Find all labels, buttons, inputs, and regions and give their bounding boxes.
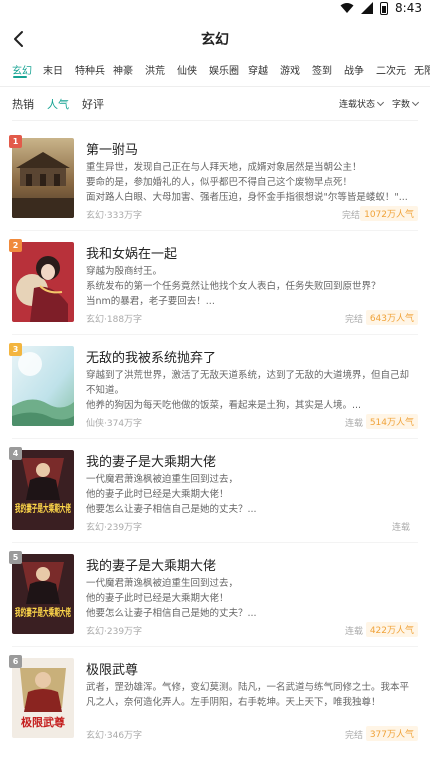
divider: [12, 646, 418, 647]
popularity-badge: 643万人气: [365, 310, 418, 325]
rank-badge: 6: [9, 655, 22, 668]
category-tab-youxi[interactable]: 游戏: [280, 62, 300, 77]
book-status: 连载: [345, 419, 364, 429]
popularity-badge: 422万人气: [365, 622, 418, 637]
category-tab-chuanyue[interactable]: 穿越: [248, 62, 268, 77]
book-meta: 玄幻·239万字: [86, 627, 143, 637]
book-meta: 玄幻·333万字: [86, 211, 143, 221]
category-tab-mori[interactable]: 末日: [43, 62, 63, 77]
sort-bar: 热销 人气 好评 连载状态 字数: [0, 96, 430, 114]
book-description: 武者，罡劲雄浑。气修，变幻莫测。陆凡，一名武道与练气同修之士。我本平凡之人，奈何…: [86, 682, 410, 708]
book-cover: [12, 138, 74, 218]
book-status: 完结: [345, 315, 364, 325]
book-title: 极限武尊: [86, 663, 139, 678]
book-title: 第一驸马: [86, 143, 139, 158]
category-tab-tezhongbing[interactable]: 特种兵: [75, 62, 105, 77]
divider: [0, 86, 430, 87]
sort-tab-hot[interactable]: 热销: [12, 96, 34, 112]
book-description: 穿越到了洪荒世界，激活了无敌天道系统，达到了无敌的大道境界，但自己却不知道。 他…: [86, 370, 410, 411]
rank-badge: 5: [9, 551, 22, 564]
battery-icon: [380, 1, 389, 15]
category-tab-qiandao[interactable]: 签到: [312, 62, 332, 77]
word-count-label: 字数: [392, 100, 411, 110]
book-description: 重生异世，发现自己正在与人拜天地，成婿对象居然是当朝公主！ 要命的是，参加婚礼的…: [86, 162, 408, 203]
category-tab-xuanhuan[interactable]: 玄幻: [12, 62, 32, 77]
cover-title: 极限武尊: [21, 715, 65, 729]
book-status: 完结: [345, 731, 364, 741]
sort-tab-popular[interactable]: 人气: [47, 96, 69, 112]
category-tab-honghuang[interactable]: 洪荒: [145, 62, 165, 77]
book-meta: 玄幻·239万字: [86, 523, 143, 533]
book-title: 我的妻子是大乘期大佬: [86, 455, 217, 470]
book-title: 我的妻子是大乘期大佬: [86, 559, 217, 574]
book-item[interactable]: 5 我的妻子是大乘期大佬 我的妻子是大乘期大佬 一代魔君萧逸枫被迫重生回到过去，…: [0, 551, 430, 654]
book-title: 我和女娲在一起: [86, 247, 178, 262]
category-tab-wuxian[interactable]: 无限: [414, 62, 430, 77]
word-count-dropdown[interactable]: 字数: [392, 97, 420, 110]
page-title: 玄幻: [201, 32, 229, 48]
divider: [12, 542, 418, 543]
book-meta: 仙侠·374万字: [86, 419, 143, 429]
book-meta: 玄幻·188万字: [86, 315, 143, 325]
book-cover: 我的妻子是大乘期大佬: [12, 450, 74, 530]
book-item[interactable]: 6 极限武尊 极限武尊 武者，罡劲雄浑。气修，变幻莫测。陆凡，一名武道与练气同修…: [0, 655, 430, 758]
book-description: 一代魔君萧逸枫被迫重生回到过去， 他的妻子此时已经是大乘期大佬！ 他要怎么让妻子…: [86, 474, 257, 515]
book-description: 一代魔君萧逸枫被迫重生回到过去， 他的妻子此时已经是大乘期大佬！ 他要怎么让妻子…: [86, 578, 257, 619]
cover-title: 我的妻子是大乘期大佬: [15, 606, 71, 619]
chevron-down-icon: [411, 98, 420, 107]
category-tab-erciyuan[interactable]: 二次元: [376, 62, 406, 77]
serial-status-label: 连载状态: [339, 100, 376, 110]
rank-badge: 1: [9, 135, 22, 148]
book-item[interactable]: 1 第一驸马 重生异世，发现自己正在与人拜天地，成婿对象居然是当朝公主！ 要命的…: [0, 135, 430, 238]
book-status: 连载: [345, 627, 364, 637]
book-meta: 玄幻·346万字: [86, 731, 143, 741]
active-tab-indicator: [13, 76, 27, 78]
rank-badge: 3: [9, 343, 22, 356]
divider: [12, 120, 418, 121]
chevron-down-icon: [376, 98, 385, 107]
book-item[interactable]: 4 我的妻子是大乘期大佬 我的妻子是大乘期大佬 一代魔君萧逸枫被迫重生回到过去，…: [0, 447, 430, 550]
book-status: 完结: [342, 211, 361, 221]
divider: [12, 230, 418, 231]
nav-bar: 玄幻: [0, 26, 430, 52]
rank-badge: 2: [9, 239, 22, 252]
book-cover: 极限武尊: [12, 658, 74, 738]
book-item[interactable]: 3 无敌的我被系统抛弃了 穿越到了洪荒世界，激活了无敌天道系统，达到了无敌的大道…: [0, 343, 430, 446]
divider: [12, 334, 418, 335]
popularity-badge: 1072万人气: [360, 206, 418, 221]
rank-badge: 4: [9, 447, 22, 460]
status-time: 8:43: [395, 1, 422, 15]
sort-tab-rating[interactable]: 好评: [82, 96, 104, 112]
book-cover: [12, 242, 74, 322]
status-bar: 8:43: [0, 0, 430, 18]
divider: [12, 438, 418, 439]
signal-icon: [361, 2, 374, 14]
book-description: 穿越为殷商纣王。 系统发布的第一个任务竟然让他找个女人表白，任务失败回到原世界？…: [86, 266, 381, 307]
category-tab-zhanzheng[interactable]: 战争: [344, 62, 364, 77]
category-tab-yulequan[interactable]: 娱乐圈: [209, 62, 239, 77]
wifi-icon: [340, 3, 354, 13]
category-tab-xianxia[interactable]: 仙侠: [177, 62, 197, 77]
cover-title: 我的妻子是大乘期大佬: [15, 502, 71, 515]
serial-status-dropdown[interactable]: 连载状态: [339, 97, 385, 110]
category-tabs: 玄幻 末日 特种兵 神豪 洪荒 仙侠 娱乐圈 穿越 游戏 签到 战争 二次元 无…: [0, 62, 430, 84]
popularity-badge: 514万人气: [365, 414, 418, 429]
book-cover: 我的妻子是大乘期大佬: [12, 554, 74, 634]
book-title: 无敌的我被系统抛弃了: [86, 351, 217, 366]
book-item[interactable]: 2 我和女娲在一起 穿越为殷商纣王。 系统发布的第一个任务竟然让他找个女人表白，…: [0, 239, 430, 342]
category-tab-shenhao[interactable]: 神豪: [113, 62, 133, 77]
popularity-badge: 377万人气: [365, 726, 418, 741]
book-cover: [12, 346, 74, 426]
book-status: 连载: [392, 523, 411, 533]
